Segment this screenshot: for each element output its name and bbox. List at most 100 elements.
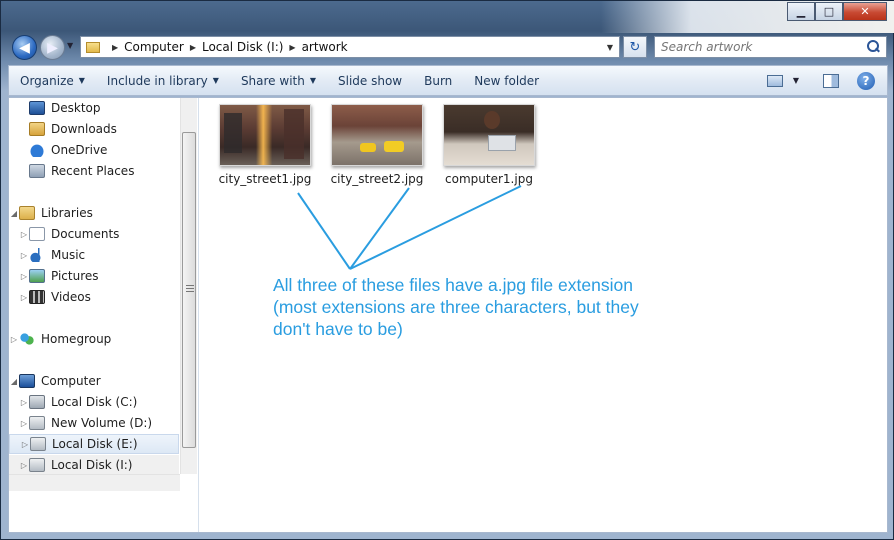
preview-pane-icon[interactable] (823, 73, 839, 88)
sidebar-item-desktop[interactable]: Desktop (9, 98, 179, 118)
sidebar-item-new-volume-d[interactable]: ▷ New Volume (D:) (9, 413, 179, 433)
callout-line-2 (349, 187, 410, 270)
navigation-pane-scrollbar[interactable] (180, 98, 197, 474)
scrollbar-thumb[interactable] (182, 132, 196, 448)
sidebar-item-label: Computer (41, 374, 101, 388)
chevron-down-icon: ▼ (212, 76, 219, 85)
file-name[interactable]: computer1.jpg (437, 172, 541, 186)
documents-icon (29, 227, 45, 241)
sidebar-item-label: Music (51, 248, 86, 262)
annotation-line: (most extensions are three characters, b… (273, 297, 639, 317)
file-thumbnail[interactable] (331, 104, 423, 166)
content-area: Desktop Downloads OneDrive Recent Places… (8, 97, 888, 533)
address-dropdown-icon[interactable]: ▼ (607, 43, 613, 52)
file-name[interactable]: city_street1.jpg (213, 172, 317, 186)
explorer-window: ▁ □ ✕ ◀ ▶ ▼ ▶ Computer ▶ Local Disk (I:)… (0, 0, 894, 540)
scrollbar-grip-icon (186, 285, 194, 292)
sidebar-item-label: Recent Places (51, 164, 135, 178)
sidebar-item-onedrive[interactable]: OneDrive (9, 140, 179, 160)
sidebar-item-documents[interactable]: ▷ Documents (9, 224, 179, 244)
sidebar-item-label: Local Disk (C:) (51, 395, 138, 409)
file-item-city-street1[interactable]: city_street1.jpg (213, 104, 317, 186)
expand-arrow-icon[interactable]: ▷ (19, 461, 29, 470)
sidebar-item-label: Videos (51, 290, 91, 304)
breadcrumb-local-disk-i[interactable]: Local Disk (I:) (202, 40, 283, 54)
burn-button[interactable]: Burn (413, 74, 463, 88)
share-with-label: Share with (240, 73, 305, 88)
breadcrumb-separator[interactable]: ▶ (112, 43, 118, 52)
search-box[interactable] (654, 36, 887, 58)
sidebar-item-local-disk-c[interactable]: ▷ Local Disk (C:) (9, 392, 179, 412)
share-with-button[interactable]: Share with ▼ (230, 74, 327, 88)
close-button[interactable]: ✕ (843, 2, 887, 21)
chevron-down-icon: ▼ (78, 76, 85, 85)
sidebar-item-local-disk-i[interactable]: ▷ Local Disk (I:) (9, 455, 179, 475)
file-item-city-street2[interactable]: city_street2.jpg (325, 104, 429, 186)
chevron-down-icon: ▼ (309, 76, 316, 85)
expand-arrow-icon[interactable]: ▷ (20, 440, 30, 449)
onedrive-icon (29, 143, 45, 157)
sidebar-item-label: Documents (51, 227, 120, 241)
back-button[interactable]: ◀ (12, 35, 37, 60)
breadcrumb-artwork[interactable]: artwork (302, 40, 348, 54)
minimize-button[interactable]: ▁ (787, 2, 815, 21)
new-folder-button[interactable]: New folder (463, 74, 550, 88)
drive-icon (29, 416, 45, 430)
sidebar-item-label: Homegroup (41, 332, 112, 346)
pictures-icon (29, 269, 45, 283)
change-view-icon[interactable] (766, 74, 783, 87)
sidebar-item-label: Downloads (51, 122, 117, 136)
windows-drive-icon (29, 395, 45, 409)
breadcrumb-separator[interactable]: ▶ (190, 43, 196, 52)
help-icon[interactable]: ? (857, 71, 875, 90)
sidebar-item-label: OneDrive (51, 143, 108, 157)
sidebar-item-label: Desktop (51, 101, 101, 115)
sidebar-item-pictures[interactable]: ▷ Pictures (9, 266, 179, 286)
sidebar-item-videos[interactable]: ▷ Videos (9, 287, 179, 307)
view-options-dropdown[interactable]: ▼ (793, 76, 799, 85)
downloads-icon (29, 122, 45, 136)
expand-arrow-icon[interactable]: ▷ (19, 272, 29, 281)
file-thumbnail[interactable] (443, 104, 535, 166)
expand-arrow-icon[interactable]: ▷ (19, 398, 29, 407)
libraries-icon (19, 206, 35, 220)
expand-arrow-icon[interactable]: ▷ (19, 251, 29, 260)
navigation-pane-horizontal-scrollbar[interactable] (9, 474, 180, 491)
breadcrumb-computer[interactable]: Computer (124, 40, 184, 54)
sidebar-item-libraries[interactable]: ◢ Libraries (9, 203, 179, 223)
sidebar-item-label: Libraries (41, 206, 93, 220)
sidebar-item-recent-places[interactable]: Recent Places (9, 161, 179, 181)
expand-arrow-icon[interactable]: ▷ (19, 293, 29, 302)
sidebar-item-local-disk-e[interactable]: ▷ Local Disk (E:) (9, 434, 179, 454)
include-in-library-button[interactable]: Include in library ▼ (96, 74, 230, 88)
maximize-button[interactable]: □ (815, 2, 843, 21)
organize-button[interactable]: Organize ▼ (9, 74, 96, 88)
drive-icon (29, 458, 45, 472)
sidebar-item-music[interactable]: ▷ Music (9, 245, 179, 265)
recent-places-icon (29, 164, 45, 178)
computer-icon (19, 374, 35, 388)
expand-arrow-icon[interactable]: ▷ (19, 419, 29, 428)
expanded-arrow-icon[interactable]: ◢ (9, 377, 19, 386)
desktop-icon (29, 101, 45, 115)
sidebar-item-downloads[interactable]: Downloads (9, 119, 179, 139)
sidebar-item-computer[interactable]: ◢ Computer (9, 371, 179, 391)
search-icon[interactable] (864, 38, 882, 56)
address-bar[interactable]: ▶ Computer ▶ Local Disk (I:) ▶ artwork ▼ (80, 36, 620, 58)
slide-show-button[interactable]: Slide show (327, 74, 413, 88)
file-item-computer1[interactable]: computer1.jpg (437, 104, 541, 186)
search-input[interactable] (661, 40, 864, 54)
file-thumbnail[interactable] (219, 104, 311, 166)
forward-button[interactable]: ▶ (40, 35, 65, 60)
music-icon (29, 248, 45, 262)
drive-icon (30, 437, 46, 451)
expand-arrow-icon[interactable]: ▷ (19, 230, 29, 239)
expand-arrow-icon[interactable]: ▷ (9, 335, 19, 344)
sidebar-item-label: Local Disk (I:) (51, 458, 133, 472)
breadcrumb-separator[interactable]: ▶ (289, 43, 295, 52)
refresh-button[interactable]: ↻ (623, 36, 647, 58)
sidebar-item-homegroup[interactable]: ▷ Homegroup (9, 329, 179, 349)
expanded-arrow-icon[interactable]: ◢ (9, 209, 19, 218)
recent-pages-dropdown[interactable]: ▼ (67, 41, 73, 50)
file-name[interactable]: city_street2.jpg (325, 172, 429, 186)
